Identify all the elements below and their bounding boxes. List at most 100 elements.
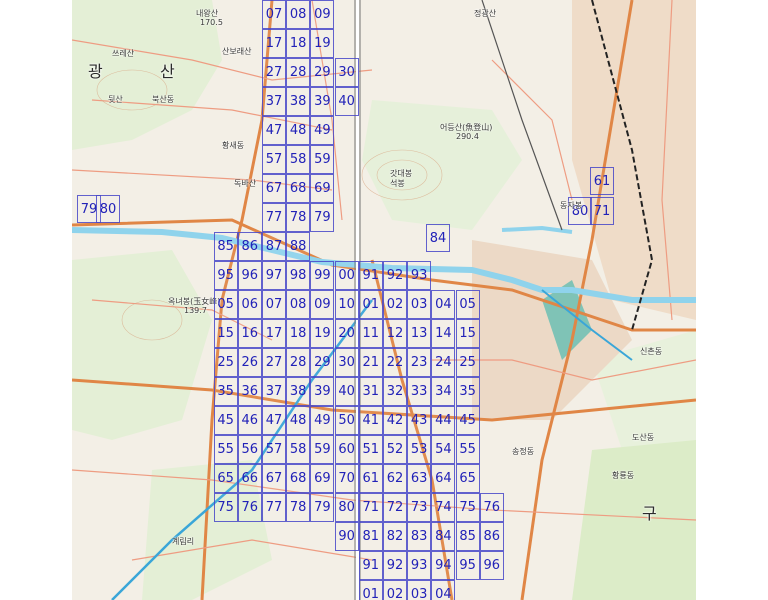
grid-cell-06[interactable]: 06	[237, 290, 262, 319]
grid-cell-47[interactable]: 47	[262, 406, 286, 435]
grid-cell-30[interactable]: 30	[334, 58, 359, 87]
grid-cell-37[interactable]: 37	[262, 87, 286, 116]
grid-cell-01[interactable]: 01	[358, 290, 383, 319]
grid-cell-09[interactable]: 09	[310, 290, 335, 319]
grid-cell-67[interactable]: 67	[262, 174, 286, 203]
grid-cell-41[interactable]: 41	[358, 406, 383, 435]
grid-cell-28[interactable]: 28	[286, 348, 311, 377]
grid-cell-21[interactable]: 21	[358, 348, 383, 377]
grid-cell-20[interactable]: 20	[334, 319, 359, 348]
grid-cell-82[interactable]: 82	[383, 522, 407, 551]
grid-cell-85[interactable]: 85	[213, 232, 238, 261]
grid-cell-10[interactable]: 10	[334, 290, 359, 319]
grid-cell-95[interactable]: 95	[213, 261, 238, 290]
grid-cell-86[interactable]: 86	[479, 522, 504, 551]
grid-cell-east-61[interactable]: 61	[590, 167, 614, 195]
grid-cell-39[interactable]: 39	[310, 377, 335, 406]
grid-cell-87[interactable]: 87	[262, 232, 286, 261]
grid-cell-02[interactable]: 02	[383, 290, 407, 319]
grid-cell-85[interactable]: 85	[455, 522, 480, 551]
grid-cell-68[interactable]: 68	[286, 174, 311, 203]
grid-cell-24[interactable]: 24	[431, 348, 456, 377]
grid-cell-45[interactable]: 45	[455, 406, 480, 435]
grid-cell-74[interactable]: 74	[431, 493, 456, 522]
grid-cell-83[interactable]: 83	[407, 522, 432, 551]
grid-cell-92[interactable]: 92	[383, 261, 407, 290]
grid-cell-46[interactable]: 46	[237, 406, 262, 435]
grid-cell-77[interactable]: 77	[262, 493, 286, 522]
grid-cell-96[interactable]: 96	[479, 551, 504, 580]
grid-cell-80[interactable]: 80	[334, 493, 359, 522]
grid-cell-13[interactable]: 13	[407, 319, 432, 348]
grid-cell-48[interactable]: 48	[286, 406, 311, 435]
grid-cell-59[interactable]: 59	[310, 145, 335, 174]
grid-cell-05[interactable]: 05	[213, 290, 238, 319]
grid-cell-70[interactable]: 70	[334, 464, 359, 493]
grid-cell-68[interactable]: 68	[286, 464, 311, 493]
grid-cell-48[interactable]: 48	[286, 116, 311, 145]
grid-cell-01[interactable]: 01	[358, 580, 383, 600]
grid-cell-40[interactable]: 40	[334, 377, 359, 406]
grid-cell-97[interactable]: 97	[262, 261, 286, 290]
grid-cell-52[interactable]: 52	[383, 435, 407, 464]
grid-cell-78[interactable]: 78	[286, 493, 311, 522]
grid-cell-88[interactable]: 88	[286, 232, 311, 261]
grid-cell-90[interactable]: 90	[334, 522, 359, 551]
grid-cell-17[interactable]: 17	[262, 29, 286, 58]
grid-cell-25[interactable]: 25	[455, 348, 480, 377]
grid-cell-35[interactable]: 35	[213, 377, 238, 406]
grid-cell-65[interactable]: 65	[455, 464, 480, 493]
grid-cell-57[interactable]: 57	[262, 145, 286, 174]
grid-cell-62[interactable]: 62	[383, 464, 407, 493]
grid-cell-58[interactable]: 58	[286, 145, 311, 174]
grid-cell-55[interactable]: 55	[455, 435, 480, 464]
grid-cell-63[interactable]: 63	[407, 464, 432, 493]
grid-cell-04[interactable]: 04	[431, 580, 456, 600]
grid-cell-56[interactable]: 56	[237, 435, 262, 464]
grid-cell-69[interactable]: 69	[310, 174, 335, 203]
grid-cell-47[interactable]: 47	[262, 116, 286, 145]
grid-cell-58[interactable]: 58	[286, 435, 311, 464]
grid-cell-45[interactable]: 45	[213, 406, 238, 435]
grid-cell-04[interactable]: 04	[431, 290, 456, 319]
grid-cell-93[interactable]: 93	[407, 261, 432, 290]
grid-cell-79[interactable]: 79	[310, 493, 335, 522]
grid-cell-51[interactable]: 51	[358, 435, 383, 464]
grid-cell-09[interactable]: 09	[310, 0, 335, 29]
grid-cell-07[interactable]: 07	[262, 0, 286, 29]
grid-cell-26[interactable]: 26	[237, 348, 262, 377]
grid-cell-38[interactable]: 38	[286, 87, 311, 116]
grid-cell-17[interactable]: 17	[262, 319, 286, 348]
grid-cell-72[interactable]: 72	[383, 493, 407, 522]
grid-cell-08[interactable]: 08	[286, 0, 311, 29]
grid-cell-34[interactable]: 34	[431, 377, 456, 406]
grid-cell-59[interactable]: 59	[310, 435, 335, 464]
grid-cell-19[interactable]: 19	[310, 319, 335, 348]
grid-cell-94[interactable]: 94	[431, 551, 456, 580]
grid-cell-66[interactable]: 66	[237, 464, 262, 493]
grid-cell-92[interactable]: 92	[383, 551, 407, 580]
grid-cell-15[interactable]: 15	[455, 319, 480, 348]
grid-cell-29[interactable]: 29	[310, 58, 335, 87]
grid-cell-14[interactable]: 14	[431, 319, 456, 348]
grid-cell-73[interactable]: 73	[407, 493, 432, 522]
grid-cell-36[interactable]: 36	[237, 377, 262, 406]
grid-cell-27[interactable]: 27	[262, 348, 286, 377]
grid-cell-54[interactable]: 54	[431, 435, 456, 464]
grid-cell-79[interactable]: 79	[310, 203, 335, 232]
grid-cell-28[interactable]: 28	[286, 58, 311, 87]
grid-cell-22[interactable]: 22	[383, 348, 407, 377]
grid-cell-91[interactable]: 91	[358, 551, 383, 580]
grid-cell-33[interactable]: 33	[407, 377, 432, 406]
grid-cell-93[interactable]: 93	[407, 551, 432, 580]
grid-cell-69[interactable]: 69	[310, 464, 335, 493]
grid-cell-99[interactable]: 99	[310, 261, 335, 290]
grid-cell-27[interactable]: 27	[262, 58, 286, 87]
grid-cell-76[interactable]: 76	[479, 493, 504, 522]
grid-cell-67[interactable]: 67	[262, 464, 286, 493]
grid-cell-77[interactable]: 77	[262, 203, 286, 232]
grid-cell-44[interactable]: 44	[431, 406, 456, 435]
grid-cell-00[interactable]: 00	[334, 261, 359, 290]
grid-cell-35[interactable]: 35	[455, 377, 480, 406]
grid-cell-12[interactable]: 12	[383, 319, 407, 348]
